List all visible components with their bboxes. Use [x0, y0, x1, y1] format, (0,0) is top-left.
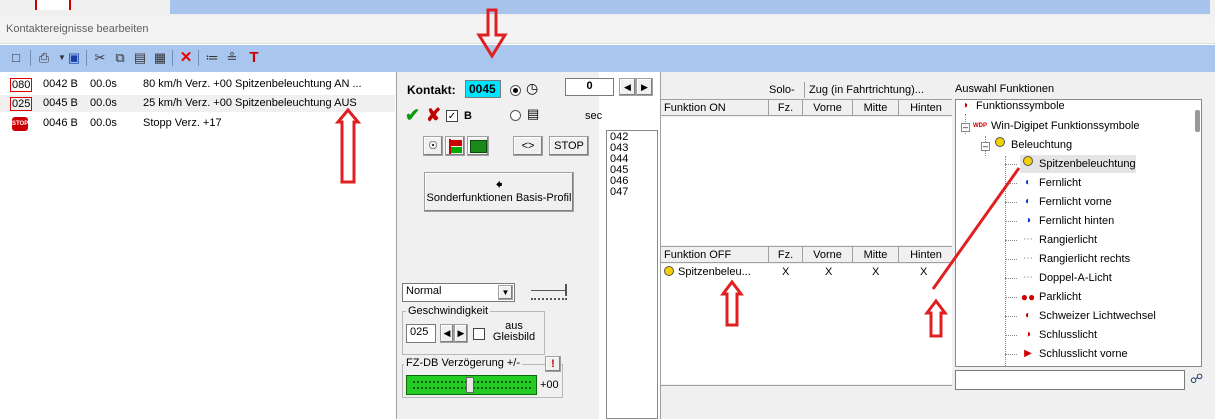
annotation-arrow-up-list [334, 107, 362, 184]
annotation-arrow-up-tree [924, 298, 948, 338]
annotation-arrow-down-kontakt [476, 8, 508, 59]
annotation-line [931, 167, 1021, 290]
annotation-overlay [334, 8, 1021, 338]
annotation-arrow-up-function-off [720, 279, 744, 327]
